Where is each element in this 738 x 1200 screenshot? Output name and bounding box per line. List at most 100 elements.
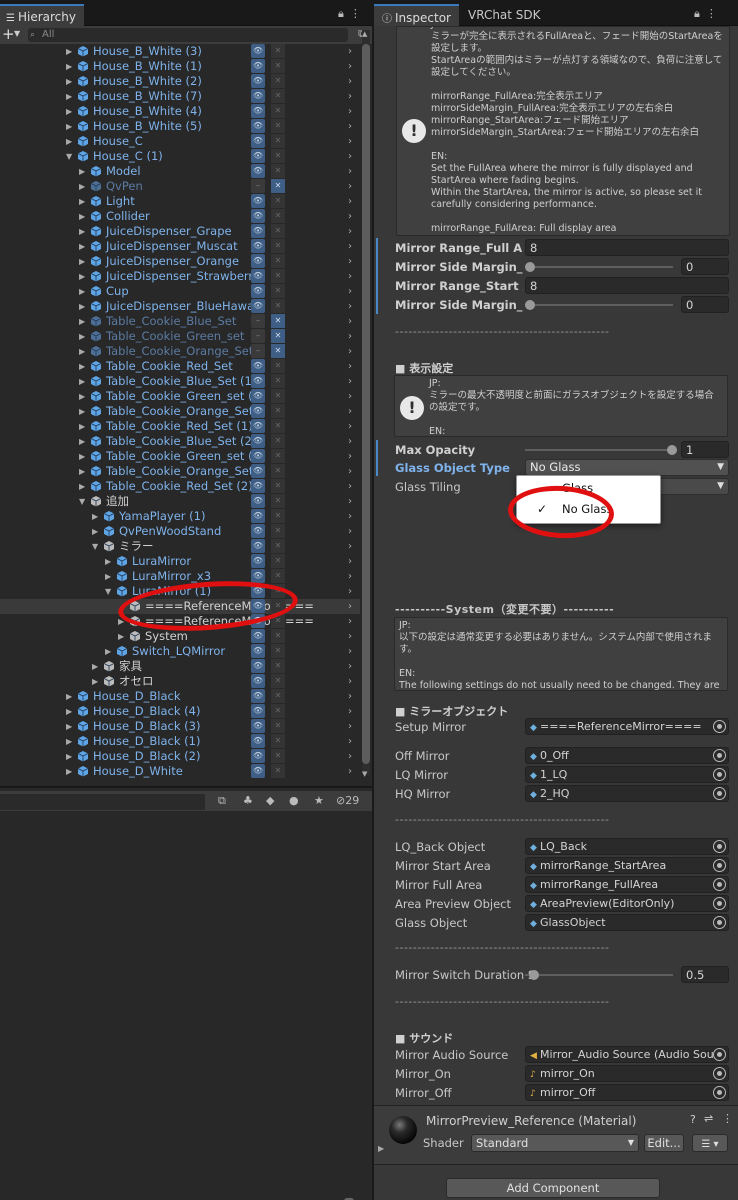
area-property-input[interactable]: 8	[525, 277, 729, 294]
visibility-toggle-icon[interactable]: 👁︎	[251, 74, 265, 88]
visibility-toggle-icon[interactable]: 👁︎	[251, 134, 265, 148]
foldout-collapsed-icon[interactable]: ▶	[66, 719, 76, 734]
system-object-row-field[interactable]: ◆ AreaPreview(EditorOnly)	[525, 895, 729, 912]
visibility-toggle-icon[interactable]: 👁︎	[251, 449, 265, 463]
pickable-toggle-icon[interactable]: ✕	[271, 419, 285, 433]
lock-icon[interactable]: 🔒︎	[694, 7, 706, 20]
visibility-toggle-icon[interactable]: 👁︎	[251, 629, 265, 643]
pickable-toggle-icon[interactable]: ✕	[271, 704, 285, 718]
foldout-collapsed-icon[interactable]: ▶	[66, 749, 76, 764]
hierarchy-row[interactable]: ▼ House_C (1) 👁︎ ✕ ›	[0, 149, 360, 164]
visibility-toggle-icon[interactable]: 👁︎	[251, 659, 265, 673]
hierarchy-row[interactable]: ▶ House_D_Black (3) 👁︎ ✕ ›	[0, 719, 360, 734]
foldout-collapsed-icon[interactable]: ▶	[79, 464, 89, 479]
open-prefab-arrow-icon[interactable]: ›	[348, 584, 352, 599]
open-prefab-arrow-icon[interactable]: ›	[348, 599, 352, 614]
mirror-object-row-field[interactable]: ◆ 0_Off	[525, 747, 729, 764]
open-prefab-arrow-icon[interactable]: ›	[348, 479, 352, 494]
hierarchy-row[interactable]: ▶ Switch_LQMirror 👁︎ ✕ ›	[0, 644, 360, 659]
shader-dropdown[interactable]: Standard ▼	[471, 1134, 639, 1152]
visibility-toggle-icon[interactable]: 👁︎	[251, 149, 265, 163]
hierarchy-row[interactable]: ▼ 追加 👁︎ ✕ ›	[0, 494, 360, 509]
object-picker-icon[interactable]	[713, 897, 726, 910]
open-prefab-arrow-icon[interactable]: ›	[348, 239, 352, 254]
pickable-toggle-icon[interactable]: ✕	[271, 389, 285, 403]
scroll-up-icon[interactable]: ▲	[362, 30, 367, 38]
object-picker-icon[interactable]	[713, 1086, 726, 1099]
hierarchy-row[interactable]: ▶ 家具 👁︎ ✕ ›	[0, 659, 360, 674]
visibility-toggle-icon[interactable]: 👁︎	[251, 554, 265, 568]
type-filter-icon[interactable]: ♣	[243, 794, 253, 807]
object-picker-icon[interactable]	[713, 768, 726, 781]
pickable-toggle-icon[interactable]: ✕	[271, 569, 285, 583]
visibility-toggle-icon[interactable]: 👁︎	[251, 104, 265, 118]
open-prefab-arrow-icon[interactable]: ›	[348, 464, 352, 479]
scene-filter-icon[interactable]: ⧉	[218, 794, 226, 808]
open-prefab-arrow-icon[interactable]: ›	[348, 419, 352, 434]
visibility-toggle-icon[interactable]: 👁︎	[251, 734, 265, 748]
foldout-collapsed-icon[interactable]: ▶	[79, 239, 89, 254]
pickable-toggle-icon[interactable]: ✕	[271, 299, 285, 313]
pickable-toggle-icon[interactable]: ✕	[271, 374, 285, 388]
object-picker-icon[interactable]	[713, 1048, 726, 1061]
open-prefab-arrow-icon[interactable]: ›	[348, 59, 352, 74]
open-prefab-arrow-icon[interactable]: ›	[348, 629, 352, 644]
visibility-toggle-icon[interactable]: –	[251, 329, 265, 343]
pickable-toggle-icon[interactable]: ✕	[271, 434, 285, 448]
foldout-collapsed-icon[interactable]: ▶	[92, 509, 102, 524]
favorite-star-icon[interactable]: ★	[314, 794, 324, 807]
hierarchy-row[interactable]: ▶ House_B_White (4) 👁︎ ✕ ›	[0, 104, 360, 119]
pickable-toggle-icon[interactable]: ✕	[271, 104, 285, 118]
menu-icon[interactable]: ⋮	[350, 7, 367, 20]
open-prefab-arrow-icon[interactable]: ›	[348, 254, 352, 269]
setup-mirror-field[interactable]: ◆ ====ReferenceMirror====	[525, 718, 729, 735]
hidden-packages-icon[interactable]: ⊘29	[336, 794, 359, 807]
visibility-toggle-icon[interactable]: 👁︎	[251, 194, 265, 208]
pickable-toggle-icon[interactable]: ✕	[271, 524, 285, 538]
open-prefab-arrow-icon[interactable]: ›	[348, 689, 352, 704]
foldout-collapsed-icon[interactable]: ▶	[79, 179, 89, 194]
foldout-collapsed-icon[interactable]: ▶	[79, 164, 89, 179]
object-picker-icon[interactable]	[713, 878, 726, 891]
visibility-toggle-icon[interactable]: 👁︎	[251, 209, 265, 223]
pickable-toggle-icon[interactable]: ✕	[271, 59, 285, 73]
hierarchy-row[interactable]: ▶ Model 👁︎ ✕ ›	[0, 164, 360, 179]
pickable-toggle-icon[interactable]: ✕	[271, 659, 285, 673]
sound-object-row-field[interactable]: ◀ Mirror_Audio Source (Audio Sour	[525, 1046, 729, 1063]
foldout-collapsed-icon[interactable]: ▶	[79, 224, 89, 239]
open-prefab-arrow-icon[interactable]: ›	[348, 119, 352, 134]
switch-duration-slider-knob[interactable]	[529, 970, 539, 980]
open-prefab-arrow-icon[interactable]: ›	[348, 704, 352, 719]
switch-duration-slider-track[interactable]	[525, 974, 673, 976]
visibility-toggle-icon[interactable]: 👁︎	[251, 299, 265, 313]
open-prefab-arrow-icon[interactable]: ›	[348, 434, 352, 449]
hierarchy-row[interactable]: ▶ Table_Cookie_Green_set (2 👁︎ ✕ ›	[0, 449, 360, 464]
open-prefab-arrow-icon[interactable]: ›	[348, 224, 352, 239]
foldout-expanded-icon[interactable]: ▼	[92, 539, 102, 554]
visibility-toggle-icon[interactable]: 👁︎	[251, 704, 265, 718]
object-picker-icon[interactable]	[713, 787, 726, 800]
max-opacity-input[interactable]: 1	[681, 441, 729, 458]
margin-slider-knob[interactable]	[525, 262, 535, 272]
visibility-toggle-icon[interactable]: 👁︎	[251, 644, 265, 658]
foldout-collapsed-icon[interactable]: ▶	[66, 689, 76, 704]
visibility-toggle-icon[interactable]: 👁︎	[251, 269, 265, 283]
hierarchy-row[interactable]: ▶ JuiceDispenser_Grape 👁︎ ✕ ›	[0, 224, 360, 239]
pickable-toggle-icon[interactable]: ✕	[271, 554, 285, 568]
pickable-toggle-icon[interactable]: ✕	[271, 719, 285, 733]
open-prefab-arrow-icon[interactable]: ›	[348, 299, 352, 314]
object-picker-icon[interactable]	[713, 859, 726, 872]
max-opacity-slider-knob[interactable]	[667, 445, 677, 455]
hierarchy-row[interactable]: ▼ ミラー 👁︎ ✕ ›	[0, 539, 360, 554]
open-prefab-arrow-icon[interactable]: ›	[348, 509, 352, 524]
hierarchy-row[interactable]: ▶ JuiceDispenser_Muscat 👁︎ ✕ ›	[0, 239, 360, 254]
hierarchy-scroll-thumb[interactable]	[362, 44, 370, 764]
hierarchy-row[interactable]: ▶ House_B_White (5) 👁︎ ✕ ›	[0, 119, 360, 134]
visibility-toggle-icon[interactable]: 👁︎	[251, 509, 265, 523]
pickable-toggle-icon[interactable]: ✕	[271, 359, 285, 373]
hierarchy-row[interactable]: ▶ Cup 👁︎ ✕ ›	[0, 284, 360, 299]
hierarchy-row[interactable]: ▶ QvPen – ✕ ›	[0, 179, 360, 194]
hierarchy-row[interactable]: ▶ House_D_Black 👁︎ ✕ ›	[0, 689, 360, 704]
open-prefab-arrow-icon[interactable]: ›	[348, 74, 352, 89]
open-prefab-arrow-icon[interactable]: ›	[348, 344, 352, 359]
